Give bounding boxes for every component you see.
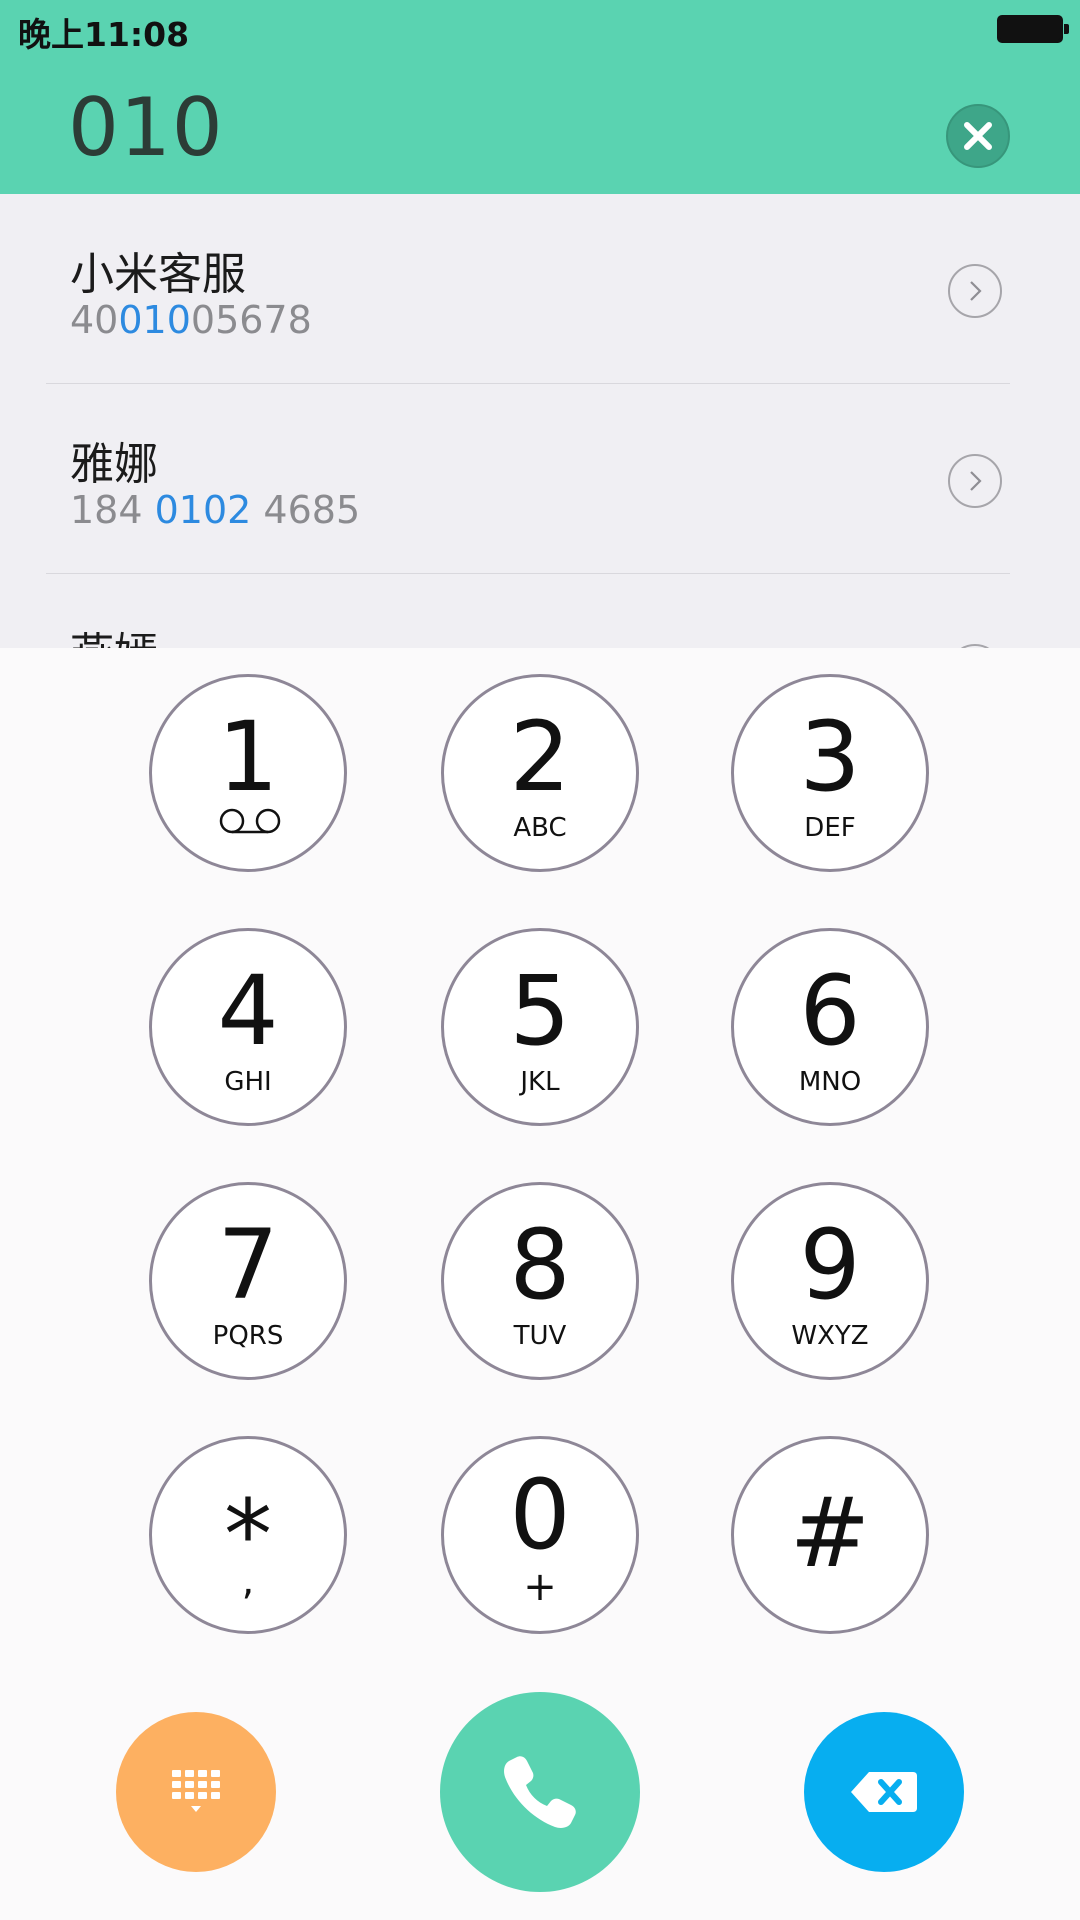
dialer-screen: 晚上11:08 010 小米客服 4001005678 雅娜 184 0102 …	[0, 0, 1080, 1920]
key-3[interactable]: 3 DEF	[731, 674, 929, 872]
key-letters: JKL	[520, 1067, 560, 1097]
dialed-number: 010	[68, 81, 224, 174]
key-letters: ABC	[513, 813, 567, 843]
contact-detail-button[interactable]	[948, 264, 1002, 318]
contact-name: 燕嫣	[70, 618, 158, 648]
key-1[interactable]: 1	[149, 674, 347, 872]
contact-name: 小米客服	[70, 249, 246, 300]
key-letters: PQRS	[212, 1321, 284, 1351]
key-4[interactable]: 4 GHI	[149, 928, 347, 1126]
dialpad-icon	[172, 1770, 220, 1812]
voicemail-icon	[219, 808, 281, 834]
key-digit: 6	[799, 955, 861, 1067]
key-digit: 1	[217, 701, 279, 813]
contact-row[interactable]: 小米客服 4001005678	[0, 194, 1080, 384]
key-digit: 4	[217, 955, 279, 1067]
key-digit: 7	[217, 1209, 279, 1321]
clear-icon	[964, 122, 992, 150]
key-digit: 0	[509, 1459, 571, 1571]
contact-name: 雅娜	[70, 439, 158, 490]
key-letters: GHI	[224, 1067, 272, 1097]
key-sub: ,	[241, 1558, 255, 1604]
contact-number: 184 0102 4685	[70, 488, 361, 532]
key-digit: #	[789, 1477, 871, 1589]
key-9[interactable]: 9 WXYZ	[731, 1182, 929, 1380]
chevron-right-icon	[970, 281, 982, 301]
key-letters: DEF	[804, 813, 856, 843]
key-digit: 8	[509, 1209, 571, 1321]
key-digit: 3	[799, 701, 861, 813]
call-button[interactable]	[440, 1692, 640, 1892]
key-letters: TUV	[513, 1321, 567, 1351]
battery-full-icon	[997, 15, 1069, 43]
key-sub: +	[523, 1564, 557, 1610]
key-digit: 9	[799, 1209, 861, 1321]
status-time: 晚上11:08	[18, 15, 190, 54]
key-star[interactable]: * ,	[149, 1436, 347, 1634]
key-letters: MNO	[798, 1067, 862, 1097]
clear-number-button[interactable]	[946, 104, 1010, 168]
key-5[interactable]: 5 JKL	[441, 928, 639, 1126]
key-8[interactable]: 8 TUV	[441, 1182, 639, 1380]
key-6[interactable]: 6 MNO	[731, 928, 929, 1126]
key-letters: WXYZ	[791, 1321, 869, 1351]
contact-detail-button[interactable]	[948, 454, 1002, 508]
contact-row[interactable]: 雅娜 184 0102 4685	[0, 384, 1080, 574]
contact-number: 4001005678	[70, 298, 312, 342]
key-digit: 5	[509, 955, 571, 1067]
backspace-icon	[851, 1772, 917, 1812]
key-digit: 2	[509, 701, 571, 813]
backspace-button[interactable]	[804, 1712, 964, 1872]
contact-list[interactable]: 小米客服 4001005678 雅娜 184 0102 4685 燕嫣	[0, 194, 1080, 648]
contact-row[interactable]: 燕嫣	[0, 574, 1080, 648]
dialpad-toggle-button[interactable]	[116, 1712, 276, 1872]
dial-header: 晚上11:08 010	[0, 0, 1080, 194]
key-hash[interactable]: #	[731, 1436, 929, 1634]
chevron-right-icon	[970, 471, 982, 491]
key-2[interactable]: 2 ABC	[441, 674, 639, 872]
key-7[interactable]: 7 PQRS	[149, 1182, 347, 1380]
key-0[interactable]: 0 +	[441, 1436, 639, 1634]
phone-icon	[504, 1756, 576, 1828]
